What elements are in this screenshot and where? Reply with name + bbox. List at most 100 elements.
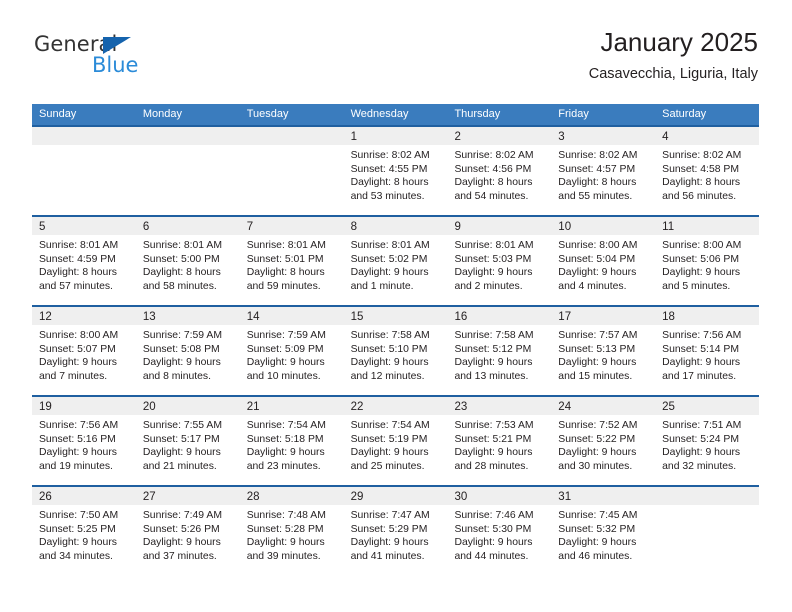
daylight-text: and 37 minutes.: [142, 550, 217, 562]
calendar-day-cell[interactable]: 25 Sunrise: 7:51 AM Sunset: 5:24 PM Dayligh…: [655, 397, 760, 485]
daylight-text: Daylight: 8 hours: [350, 177, 429, 189]
daylight-text: and 56 minutes.: [662, 190, 737, 202]
day-number-strip: 15: [343, 307, 448, 325]
calendar-day-cell[interactable]: 10 Sunrise: 8:00 AM Sunset: 5:04 PM Dayligh…: [551, 217, 656, 305]
daylight-text: and 32 minutes.: [662, 460, 737, 472]
calendar-day-cell[interactable]: 15 Sunrise: 7:58 AM Sunset: 5:10 PM Dayligh…: [343, 307, 448, 395]
page-title: January 2025: [600, 27, 758, 57]
calendar-day-cell[interactable]: 11 Sunrise: 8:00 AM Sunset: 5:06 PM Dayligh…: [655, 217, 760, 305]
calendar-day-cell[interactable]: 14 Sunrise: 7:59 AM Sunset: 5:09 PM Dayligh…: [239, 307, 344, 395]
calendar-day-cell[interactable]: 29 Sunrise: 7:47 AM Sunset: 5:29 PM Dayligh…: [343, 487, 448, 575]
calendar-day-cell[interactable]: 31 Sunrise: 7:45 AM Sunset: 5:32 PM Dayligh…: [551, 487, 656, 575]
calendar-grid: Sunday Monday Tuesday Wednesday Thursday Frid…: [32, 104, 760, 575]
day-number-strip: 11: [655, 217, 760, 235]
daylight-text: Daylight: 9 hours: [142, 537, 221, 549]
calendar-day-cell[interactable]: 5 Sunrise: 8:01 AM Sunset: 4:59 PM Daylight…: [32, 217, 136, 305]
day-number-strip: 20: [135, 397, 240, 415]
sun-info: Sunrise: 8:02 AM Sunset: 4:57 PM Daylight:…: [551, 145, 655, 203]
calendar-day-cell[interactable]: 1 Sunrise: 8:02 AM Sunset: 4:55 PM Daylight…: [343, 127, 448, 215]
calendar-day-cell[interactable]: 19 Sunrise: 7:56 AM Sunset: 5:16 PM Dayligh…: [32, 397, 136, 485]
calendar-day-cell[interactable]: 2 Sunrise: 8:02 AM Sunset: 4:56 PM Daylight…: [447, 127, 552, 215]
day-number: 12: [39, 311, 52, 323]
day-number: 29: [350, 491, 364, 503]
sunrise-text: Sunrise: 8:02 AM: [350, 150, 430, 161]
weekday-header-sunday: Sunday: [39, 108, 77, 120]
sunset-text: Sunset: 5:12 PM: [454, 343, 532, 355]
sunset-text: Sunset: 5:32 PM: [558, 523, 636, 535]
calendar-day-cell[interactable]: 18 Sunrise: 7:56 AM Sunset: 5:14 PM Dayligh…: [655, 307, 760, 395]
calendar-day-cell[interactable]: 7 Sunrise: 8:01 AM Sunset: 5:01 PM Daylight…: [239, 217, 344, 305]
sunrise-text: Sunrise: 7:51 AM: [662, 420, 742, 431]
sunset-text: Sunset: 4:59 PM: [39, 253, 116, 265]
sunset-text: Sunset: 5:24 PM: [662, 433, 739, 445]
day-number: 18: [662, 311, 675, 323]
day-number-strip: 24: [551, 397, 656, 415]
calendar-day-cell[interactable]: 8 Sunrise: 8:01 AM Sunset: 5:02 PM Daylight…: [343, 217, 448, 305]
day-number-strip: 18: [655, 307, 760, 325]
daylight-text: and 44 minutes.: [454, 550, 529, 562]
daylight-text: Daylight: 9 hours: [246, 537, 325, 549]
daylight-text: and 55 minutes.: [558, 190, 633, 202]
sunrise-text: Sunrise: 8:01 AM: [350, 240, 430, 251]
daylight-text: Daylight: 9 hours: [662, 447, 741, 459]
sunrise-text: Sunrise: 8:01 AM: [39, 240, 119, 251]
sun-info: Sunrise: 8:01 AM Sunset: 4:59 PM Daylight:…: [32, 235, 136, 293]
calendar-day-cell-empty: [32, 127, 136, 215]
calendar-week-row: 1 Sunrise: 8:02 AM Sunset: 4:55 PM Daylight…: [32, 125, 760, 215]
sunrise-text: Sunrise: 7:58 AM: [454, 330, 534, 341]
sunset-text: Sunset: 5:01 PM: [246, 253, 324, 265]
daylight-text: Daylight: 9 hours: [142, 447, 221, 459]
daylight-text: Daylight: 9 hours: [350, 357, 429, 369]
calendar-day-cell[interactable]: 23 Sunrise: 7:53 AM Sunset: 5:21 PM Dayligh…: [447, 397, 552, 485]
calendar-day-cell[interactable]: 28 Sunrise: 7:48 AM Sunset: 5:28 PM Dayligh…: [239, 487, 344, 575]
day-number-strip: 4: [655, 127, 760, 145]
calendar-day-cell[interactable]: 13 Sunrise: 7:59 AM Sunset: 5:08 PM Dayligh…: [135, 307, 240, 395]
calendar-week-row: 12 Sunrise: 8:00 AM Sunset: 5:07 PM Dayligh…: [32, 305, 760, 395]
sunrise-text: Sunrise: 8:00 AM: [662, 240, 742, 251]
daylight-text: and 30 minutes.: [558, 460, 633, 472]
sun-info: Sunrise: 8:01 AM Sunset: 5:00 PM Daylight:…: [136, 235, 240, 293]
day-number-strip: 9: [447, 217, 552, 235]
day-number: 16: [454, 311, 468, 323]
calendar-day-cell[interactable]: 30 Sunrise: 7:46 AM Sunset: 5:30 PM Dayligh…: [447, 487, 552, 575]
day-number-strip: [135, 127, 240, 145]
calendar-day-cell[interactable]: 3 Sunrise: 8:02 AM Sunset: 4:57 PM Daylight…: [551, 127, 656, 215]
calendar-day-cell[interactable]: 21 Sunrise: 7:54 AM Sunset: 5:18 PM Dayligh…: [239, 397, 344, 485]
daylight-text: Daylight: 9 hours: [662, 357, 741, 369]
daylight-text: Daylight: 8 hours: [142, 267, 221, 279]
weekday-header-monday: Monday: [142, 108, 182, 120]
calendar-day-cell[interactable]: 6 Sunrise: 8:01 AM Sunset: 5:00 PM Daylight…: [135, 217, 240, 305]
sun-info: Sunrise: 8:00 AM Sunset: 5:04 PM Daylight:…: [551, 235, 655, 293]
calendar-day-cell[interactable]: 12 Sunrise: 8:00 AM Sunset: 5:07 PM Dayligh…: [32, 307, 136, 395]
calendar-day-cell[interactable]: 27 Sunrise: 7:49 AM Sunset: 5:26 PM Dayligh…: [135, 487, 240, 575]
daylight-text: and 28 minutes.: [454, 460, 529, 472]
calendar-day-cell-empty: [135, 127, 240, 215]
sunrise-text: Sunrise: 7:57 AM: [558, 330, 638, 341]
calendar-day-cell[interactable]: 4 Sunrise: 8:02 AM Sunset: 4:58 PM Daylight…: [655, 127, 760, 215]
calendar-day-cell[interactable]: 22 Sunrise: 7:54 AM Sunset: 5:19 PM Dayligh…: [343, 397, 448, 485]
calendar-day-cell[interactable]: 17 Sunrise: 7:57 AM Sunset: 5:13 PM Dayligh…: [551, 307, 656, 395]
sunset-text: Sunset: 5:04 PM: [558, 253, 636, 265]
logo-text-blue: Blue: [92, 53, 139, 77]
weekday-header-row: Sunday Monday Tuesday Wednesday Thursday Frid…: [32, 104, 759, 125]
calendar-day-cell[interactable]: 26 Sunrise: 7:50 AM Sunset: 5:25 PM Dayligh…: [32, 487, 136, 575]
calendar-day-cell[interactable]: 20 Sunrise: 7:55 AM Sunset: 5:17 PM Dayligh…: [135, 397, 240, 485]
calendar-day-cell[interactable]: 24 Sunrise: 7:52 AM Sunset: 5:22 PM Dayligh…: [551, 397, 656, 485]
day-number-strip: 29: [343, 487, 448, 505]
calendar-day-cell[interactable]: 9 Sunrise: 8:01 AM Sunset: 5:03 PM Daylight…: [447, 217, 552, 305]
sun-info: Sunrise: 7:47 AM Sunset: 5:29 PM Daylight:…: [344, 505, 448, 563]
sunrise-text: Sunrise: 8:01 AM: [246, 240, 326, 251]
daylight-text: Daylight: 9 hours: [350, 447, 429, 459]
sunrise-text: Sunrise: 7:52 AM: [558, 420, 638, 431]
day-number-strip: 12: [32, 307, 136, 325]
daylight-text: and 58 minutes.: [142, 280, 217, 292]
day-number: 23: [454, 401, 468, 413]
calendar-day-cell[interactable]: 16 Sunrise: 7:58 AM Sunset: 5:12 PM Dayligh…: [447, 307, 552, 395]
sunset-text: Sunset: 5:16 PM: [39, 433, 116, 445]
general-blue-logo[interactable]: General Blue: [32, 32, 232, 88]
day-number-strip: 27: [135, 487, 240, 505]
day-number-strip: [239, 127, 344, 145]
sun-info: Sunrise: 7:56 AM Sunset: 5:14 PM Daylight:…: [655, 325, 759, 383]
sunrise-text: Sunrise: 8:02 AM: [558, 150, 638, 161]
day-number: 5: [39, 221, 46, 233]
